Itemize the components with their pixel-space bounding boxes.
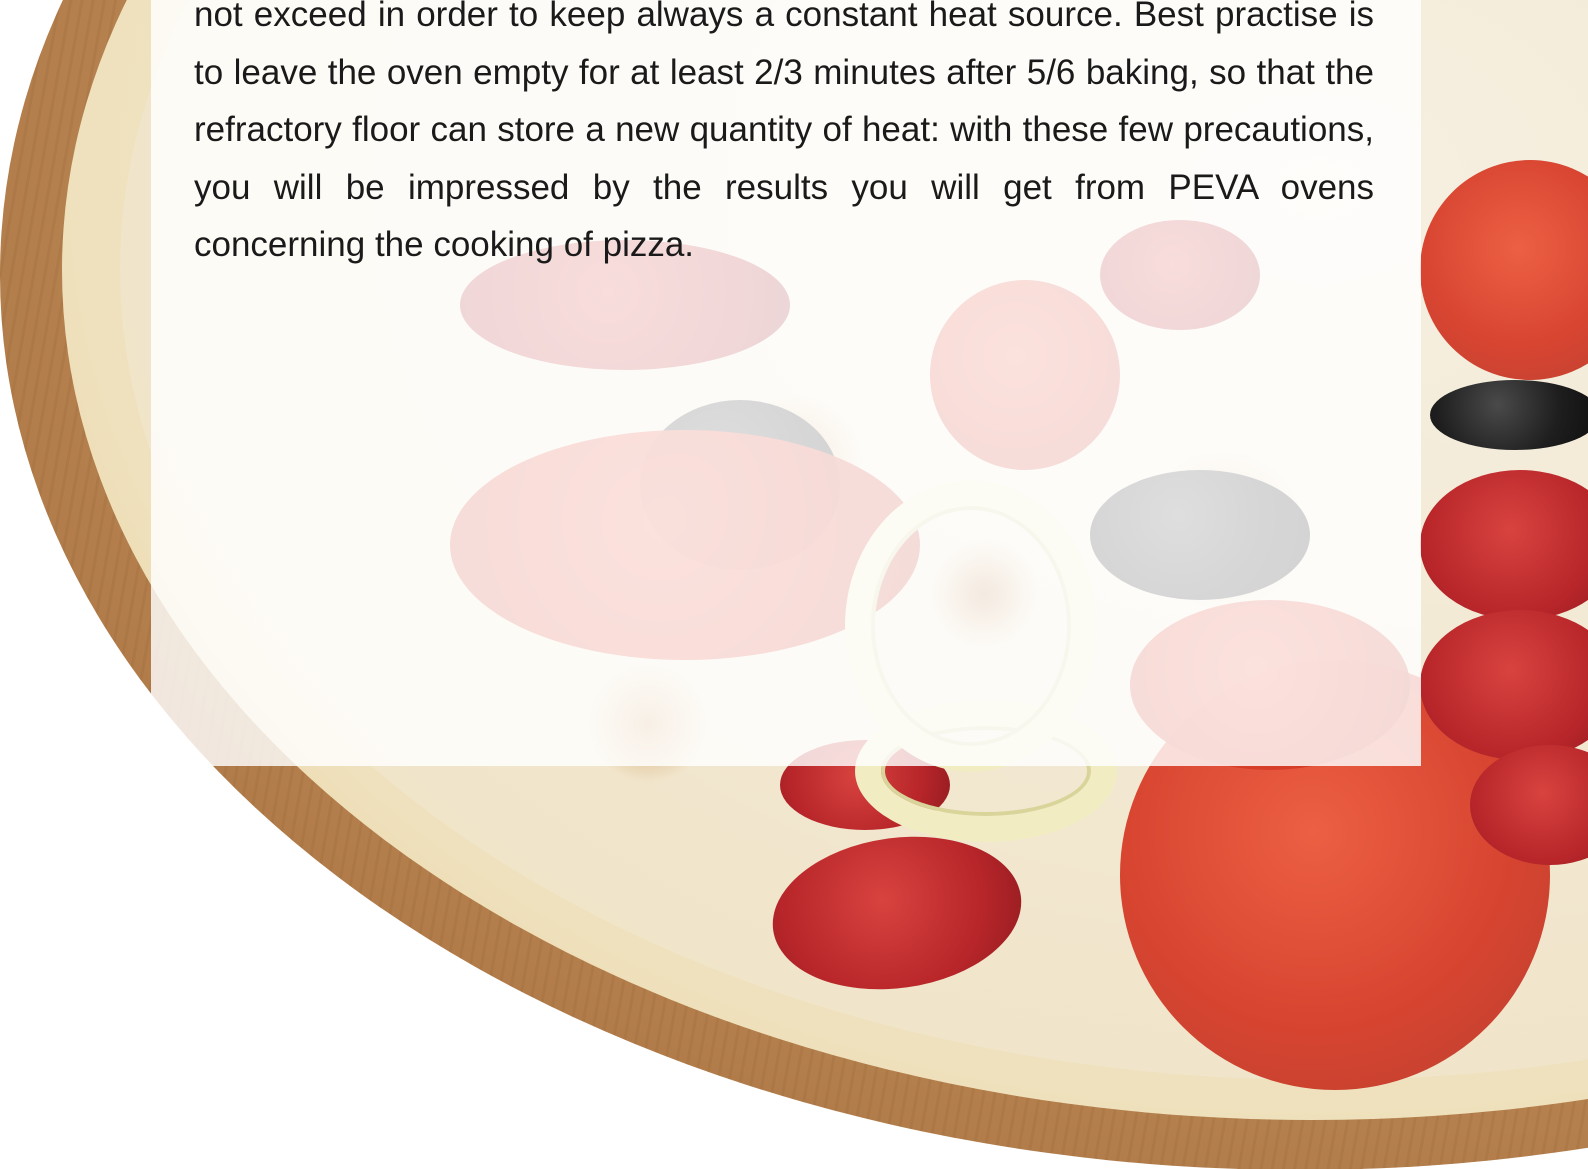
page: not exceed in order to keep always a con… bbox=[0, 0, 1588, 1169]
olive-slice bbox=[1430, 380, 1588, 450]
article-paragraph: not exceed in order to keep always a con… bbox=[194, 0, 1374, 264]
